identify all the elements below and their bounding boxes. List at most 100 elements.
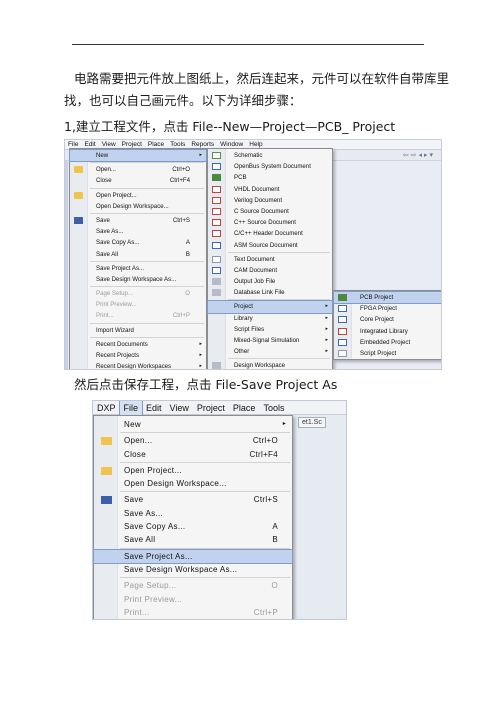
menu-item-save-all[interactable]: Save All B [70, 249, 206, 260]
menu-item-output-job-file[interactable]: Output Job File [208, 276, 332, 287]
workspace-icon [212, 362, 221, 369]
menu-separator [90, 260, 204, 262]
menu-item-open-design-workspace[interactable]: Open Design Workspace... [70, 201, 206, 212]
menu-item-save-as[interactable]: Save As... [94, 507, 292, 520]
menu-item-open-project[interactable]: Open Project... [94, 464, 292, 477]
menu-icon-slot [101, 451, 112, 459]
toolbar-icons: ⇦⇨◂▸▾ [402, 152, 435, 159]
menu-item-design-workspace[interactable]: Design Workspace [208, 360, 332, 369]
menu-icon-slot [74, 290, 83, 297]
header-rule [72, 44, 424, 45]
menubar-file[interactable]: File [118, 401, 144, 416]
menu-item-open[interactable]: Open... Ctrl+O [94, 434, 292, 447]
menu-item-label: New [96, 152, 109, 159]
menu-separator [90, 187, 204, 189]
menu-item-verilog-document[interactable]: Verilog Document [208, 195, 332, 206]
menubar-dxp[interactable]: DXP [93, 401, 120, 415]
menu-item-label: Print Preview... [124, 594, 183, 604]
menu-item-save-design-workspace-as[interactable]: Save Design Workspace As... [70, 274, 206, 285]
menu-separator [228, 299, 330, 301]
menu-item-asm-source-document[interactable]: ASM Source Document [208, 240, 332, 251]
menu-item-label: Script Project [360, 349, 397, 357]
menu-item-cam-document[interactable]: CAM Document [208, 265, 332, 276]
menu-icon-slot [74, 327, 83, 334]
menu-item-close[interactable]: Close Ctrl+F4 [70, 175, 206, 186]
menu-item-page-setup[interactable]: Page Setup... O [70, 288, 206, 299]
menu-item-save-project-as[interactable]: Save Project As... [93, 548, 293, 564]
menu-item-script-project[interactable]: Script Project [334, 348, 441, 359]
menu-item-import-wizard[interactable]: Import Wizard [70, 325, 206, 336]
menu-item-print-preview[interactable]: Print Preview... [70, 299, 206, 310]
menu-item-recent-documents[interactable]: Recent Documents ▸ [70, 339, 206, 350]
save-icon [101, 496, 112, 505]
menu-item-script-files[interactable]: Script Files ▸ [208, 324, 332, 335]
menubar-view[interactable]: View [166, 401, 193, 415]
menu-item-other[interactable]: Other ▸ [208, 346, 332, 357]
menu-icon-slot [74, 239, 83, 246]
menu-separator [228, 358, 330, 360]
document-tab[interactable]: et1.Sc [298, 417, 326, 428]
menu-item-label: Save All [96, 250, 119, 258]
menu-item-open-project[interactable]: Open Project... [70, 190, 206, 201]
menu-item-openbus-system-document[interactable]: OpenBus System Document [208, 161, 332, 172]
menu-item-schematic[interactable]: Schematic [208, 150, 332, 161]
menu-item-label: C Source Document [234, 207, 289, 215]
menu-shortcut: Ctrl+F4 [169, 177, 190, 185]
menu-item-label: Print... [96, 312, 114, 320]
menubar-edit[interactable]: Edit [142, 401, 166, 415]
menu-item-save-as[interactable]: Save As... [70, 226, 206, 237]
menu-icon-slot [101, 523, 112, 531]
submenu-arrow-icon: ▸ [199, 152, 202, 158]
menu-item-print[interactable]: Print... Ctrl+P [70, 310, 206, 321]
menu-item-print-preview[interactable]: Print Preview... [94, 593, 292, 606]
menu-item-new[interactable]: New ▸ [69, 148, 207, 163]
menu-icon-slot [212, 348, 221, 355]
menu-icon-slot [101, 536, 112, 544]
menu-item-save-copy-as[interactable]: Save Copy As... A [70, 237, 206, 248]
menu-item-database-link-file[interactable]: Database Link File [208, 287, 332, 298]
menu-item-fpga-project[interactable]: FPGA Project [334, 303, 441, 314]
menu-item-label: Core Project [360, 316, 394, 324]
menu-item-mixed-signal-simulation[interactable]: Mixed-Signal Simulation ▸ [208, 335, 332, 346]
submenu-arrow-icon: ▸ [325, 348, 328, 355]
menu-item-save-all[interactable]: Save All B [94, 533, 292, 546]
menu-item-page-setup[interactable]: Page Setup... O [94, 579, 292, 592]
menu-icon-slot [74, 276, 83, 283]
menu-item-label: Recent Design Workspaces [96, 363, 172, 370]
menu-icon-slot [212, 303, 221, 310]
menu-item-label: Page Setup... [124, 581, 177, 591]
menu-item-c-source-document[interactable]: C++ Source Document [208, 217, 332, 228]
menu-item-pcb-project[interactable]: PCB Project [333, 290, 441, 305]
menu-item-save-project-as[interactable]: Save Project As... [70, 263, 206, 274]
pcb-project-icon [338, 294, 347, 301]
menu-shortcut: Ctrl+S [253, 495, 278, 505]
menubar-place[interactable]: Place [229, 401, 260, 415]
menubar-project[interactable]: Project [193, 401, 229, 415]
menu-item-save[interactable]: Save Ctrl+S [94, 493, 292, 506]
menu-item-save-design-workspace-as[interactable]: Save Design Workspace As... [94, 563, 292, 576]
menu-item-open[interactable]: Open... Ctrl+O [70, 164, 206, 175]
menu-item-print[interactable]: Print... Ctrl+P [94, 606, 292, 619]
menu-item-save[interactable]: Save Ctrl+S [70, 215, 206, 226]
menu-item-c-c-header-document[interactable]: C/C++ Header Document [208, 228, 332, 239]
menu-item-vhdl-document[interactable]: VHDL Document [208, 184, 332, 195]
menu-item-label: ASM Source Document [234, 241, 298, 249]
menu-item-new[interactable]: New ▸ [94, 418, 292, 431]
header-icon [212, 230, 221, 238]
menu-item-recent-projects[interactable]: Recent Projects ▸ [70, 350, 206, 361]
menu-item-library[interactable]: Library ▸ [208, 313, 332, 324]
folder-icon [101, 437, 112, 446]
menu-item-project[interactable]: Project ▸ [207, 300, 333, 314]
menu-item-close[interactable]: Close Ctrl+F4 [94, 448, 292, 461]
menubar-tools[interactable]: Tools [259, 401, 288, 415]
menu-item-c-source-document[interactable]: C Source Document [208, 206, 332, 217]
menu-icon-slot [101, 510, 112, 518]
menu-item-integrated-library[interactable]: Integrated Library [334, 326, 441, 337]
menu-item-core-project[interactable]: Core Project [334, 314, 441, 325]
menu-item-text-document[interactable]: Text Document [208, 254, 332, 265]
menu-item-pcb[interactable]: PCB [208, 172, 332, 183]
menu-item-save-copy-as[interactable]: Save Copy As... A [94, 520, 292, 533]
menu-item-embedded-project[interactable]: Embedded Project [334, 337, 441, 348]
menu-item-open-design-workspace[interactable]: Open Design Workspace... [94, 477, 292, 490]
menu-item-recent-design-workspaces[interactable]: Recent Design Workspaces ▸ [70, 361, 206, 370]
